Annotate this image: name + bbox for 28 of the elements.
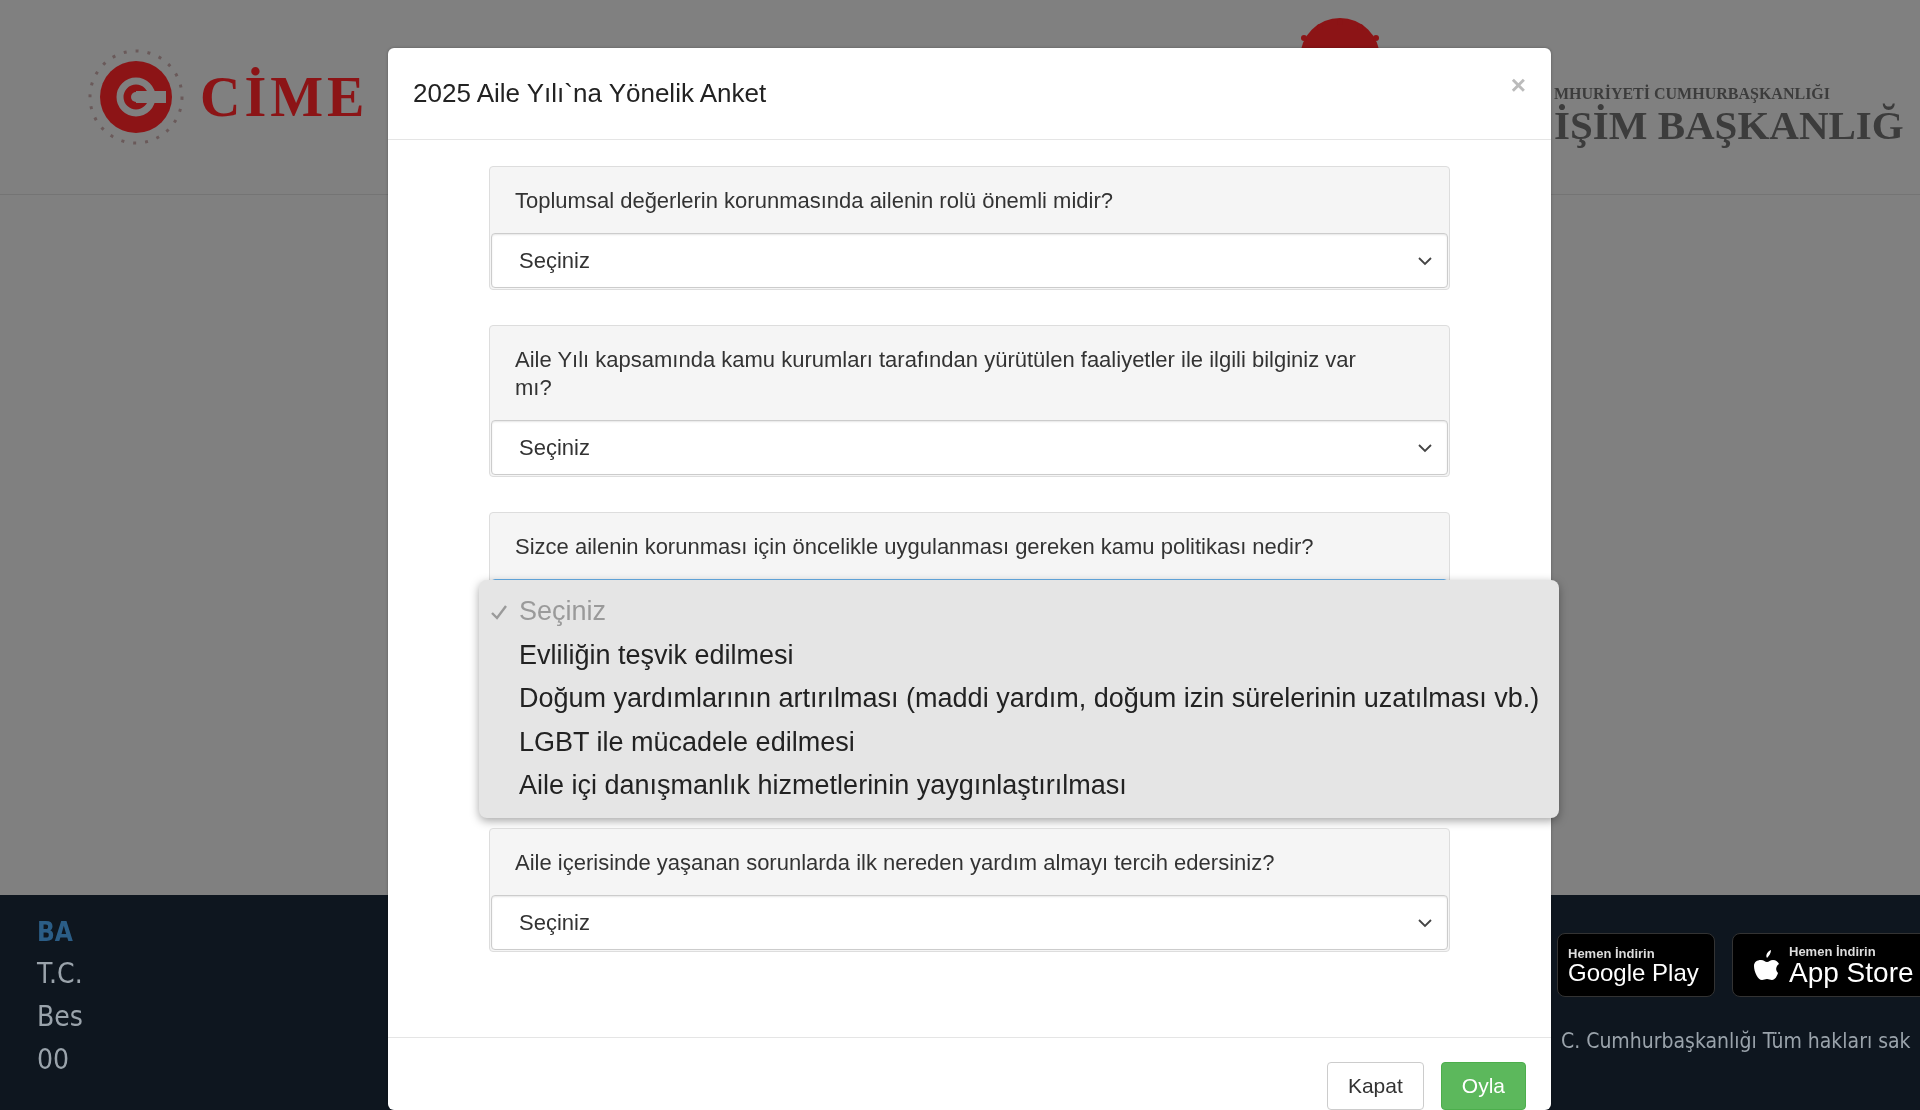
footer-text: 00 (37, 1043, 71, 1076)
copyright-text: C. Cumhurbaşkanlığı Tüm hakları sak (1561, 1029, 1912, 1053)
dropdown-option[interactable]: Doğum yardımlarının artırılması (maddi yardım, doğum izin sürelerinin uzatılması vb.) (479, 677, 1559, 721)
select-field[interactable]: Seçiniz (491, 895, 1448, 950)
question-text: Toplumsal değerlerin korunmasında ailenin rolü önemli midir? (514, 187, 1114, 215)
modal-title: 2025 Aile Yılı`na Yönelik Anket (413, 78, 768, 109)
dropdown-option[interactable]: Aile içi danışmanlık hizmetlerinin yaygınlaştırılması (479, 764, 1559, 808)
logo-text: CİME (200, 65, 369, 129)
chevron-down-icon (1417, 442, 1433, 453)
store-button[interactable]: Hemen İndirin Google Play (1557, 933, 1715, 997)
header-subtitle: MHURİYETİ CUMHURBAŞKANLIĞI (1554, 85, 1831, 103)
check-icon (490, 603, 508, 620)
select-field[interactable]: Seçiniz (491, 233, 1448, 288)
store-button[interactable]: Hemen İndirin App Store (1732, 933, 1920, 997)
dropdown-option[interactable]: LGBT ile mücadele edilmesi (479, 720, 1559, 764)
footer-heading: BA (37, 917, 74, 947)
dropdown-option[interactable]: Evliliğin teşvik edilmesi (479, 633, 1559, 677)
question-text: Aile Yılı kapsamında kamu kurumları tarafından yürütülen faaliyetler ile ilgili bilginiz var mı? (514, 346, 1357, 402)
footer-text: Bes (37, 1000, 84, 1033)
close-button[interactable]: Kapat (1326, 1062, 1424, 1110)
logo-icon (88, 49, 184, 145)
question-text: Aile içerisinde yaşanan sorunlarda ilk nereden yardım almayı tercih edersiniz? (514, 849, 1276, 877)
chevron-down-icon (1417, 917, 1433, 928)
chevron-down-icon (1417, 255, 1433, 266)
select-field[interactable]: Seçiniz (491, 420, 1448, 475)
header-title: İŞİM BAŞKANLIĞ (1554, 102, 1904, 149)
footer-text: T.C. (37, 957, 84, 990)
question-text: Sizce ailenin korunması için öncelikle uygulanması gereken kamu politikası nedir? (514, 533, 1315, 561)
